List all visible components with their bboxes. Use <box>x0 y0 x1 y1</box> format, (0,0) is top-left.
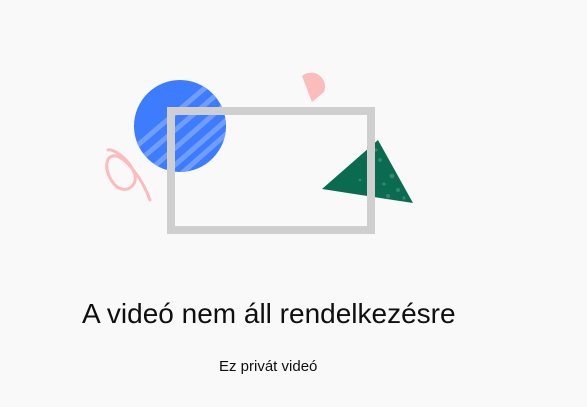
error-title: A videó nem áll rendelkezésre <box>82 298 456 329</box>
blue-circle-icon <box>134 80 226 172</box>
unavailable-illustration <box>105 72 413 234</box>
error-subtitle: Ez privát videó <box>219 358 318 375</box>
pink-squiggle-icon <box>105 148 152 202</box>
pink-half-circle-icon <box>302 72 326 102</box>
